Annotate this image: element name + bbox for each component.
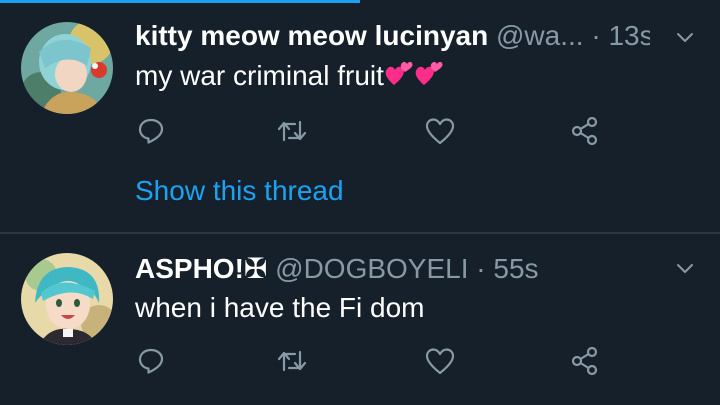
chevron-down-icon[interactable] [676,259,694,277]
separator-dot: · [476,253,486,284]
handle[interactable]: @DOGBOYELI [275,253,468,284]
two-hearts-icon [414,59,444,97]
avatar[interactable] [21,22,113,114]
separator-dot: · [591,20,601,51]
tweet-actions [0,114,720,148]
tweet-header: kitty meow meow lucinyan @wa... · 13s [135,19,650,53]
timestamp[interactable]: 55s [493,253,538,284]
tweet-text: my war criminal fruit [135,59,680,97]
reply-icon[interactable] [134,114,168,148]
tweet-text: when i have the Fi dom [135,292,425,323]
tweet-text-content: my war criminal fruit [135,60,384,91]
avatar[interactable] [21,253,113,345]
two-hearts-icon [384,59,414,97]
retweet-icon[interactable] [275,344,309,378]
share-icon[interactable] [568,344,602,378]
tweet-header: ASPHO!✠ @DOGBOYELI · 55s [135,252,650,286]
timestamp[interactable]: 13s [608,20,650,51]
tweet-actions [0,344,720,378]
handle[interactable]: @wa... [496,20,584,51]
retweet-icon[interactable] [275,114,309,148]
chevron-down-icon[interactable] [676,28,694,46]
tweet[interactable]: ASPHO!✠ @DOGBOYELI · 55s when i have the… [0,235,720,405]
share-icon[interactable] [568,114,602,148]
tweet-divider [0,232,720,234]
display-name[interactable]: kitty meow meow lucinyan [135,20,488,51]
reply-icon[interactable] [134,344,168,378]
like-icon[interactable] [423,114,457,148]
show-thread-link[interactable]: Show this thread [135,174,344,208]
like-icon[interactable] [423,344,457,378]
tweet[interactable]: kitty meow meow lucinyan @wa... · 13s my… [0,0,720,233]
display-name[interactable]: ASPHO!✠ [135,253,267,284]
